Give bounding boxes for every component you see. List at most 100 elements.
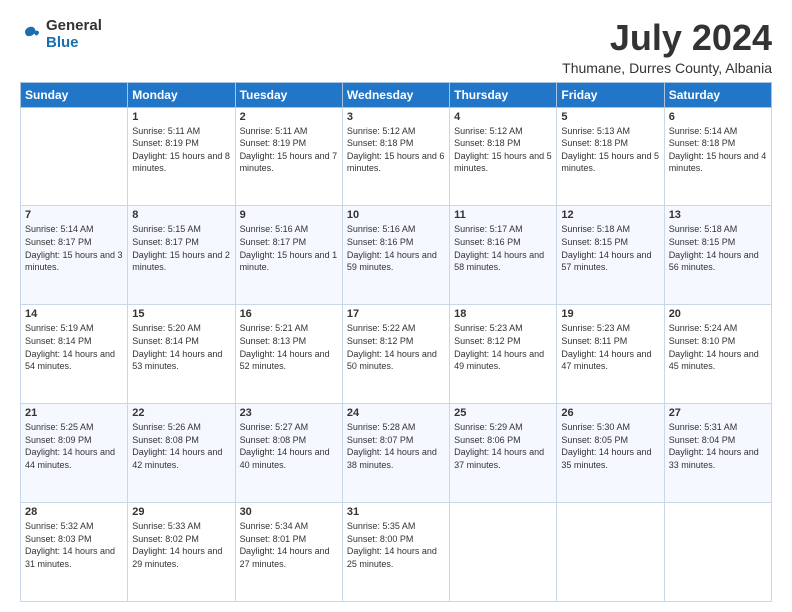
day-info: Sunrise: 5:35 AM Sunset: 8:00 PM Dayligh… [347, 520, 445, 570]
day-info: Sunrise: 5:22 AM Sunset: 8:12 PM Dayligh… [347, 322, 445, 372]
calendar-cell: 1 Sunrise: 5:11 AM Sunset: 8:19 PM Dayli… [128, 107, 235, 206]
month-title: July 2024 [562, 18, 772, 58]
calendar-cell: 11 Sunrise: 5:17 AM Sunset: 8:16 PM Dayl… [450, 206, 557, 305]
calendar-cell: 10 Sunrise: 5:16 AM Sunset: 8:16 PM Dayl… [342, 206, 449, 305]
calendar-cell: 30 Sunrise: 5:34 AM Sunset: 8:01 PM Dayl… [235, 503, 342, 602]
col-wednesday: Wednesday [342, 82, 449, 107]
day-info: Sunrise: 5:20 AM Sunset: 8:14 PM Dayligh… [132, 322, 230, 372]
day-number: 25 [454, 407, 552, 419]
day-info: Sunrise: 5:24 AM Sunset: 8:10 PM Dayligh… [669, 322, 767, 372]
day-number: 16 [240, 308, 338, 320]
day-number: 2 [240, 111, 338, 123]
calendar-cell: 27 Sunrise: 5:31 AM Sunset: 8:04 PM Dayl… [664, 404, 771, 503]
calendar-cell: 19 Sunrise: 5:23 AM Sunset: 8:11 PM Dayl… [557, 305, 664, 404]
logo-bird-icon [20, 24, 42, 46]
calendar-cell: 3 Sunrise: 5:12 AM Sunset: 8:18 PM Dayli… [342, 107, 449, 206]
day-info: Sunrise: 5:12 AM Sunset: 8:18 PM Dayligh… [454, 125, 552, 175]
day-info: Sunrise: 5:33 AM Sunset: 8:02 PM Dayligh… [132, 520, 230, 570]
day-number: 30 [240, 506, 338, 518]
day-info: Sunrise: 5:27 AM Sunset: 8:08 PM Dayligh… [240, 421, 338, 471]
day-number: 24 [347, 407, 445, 419]
calendar-cell: 15 Sunrise: 5:20 AM Sunset: 8:14 PM Dayl… [128, 305, 235, 404]
day-number: 22 [132, 407, 230, 419]
calendar-week-5: 28 Sunrise: 5:32 AM Sunset: 8:03 PM Dayl… [21, 503, 772, 602]
calendar-week-2: 7 Sunrise: 5:14 AM Sunset: 8:17 PM Dayli… [21, 206, 772, 305]
col-saturday: Saturday [664, 82, 771, 107]
day-number: 15 [132, 308, 230, 320]
day-number: 20 [669, 308, 767, 320]
day-number: 23 [240, 407, 338, 419]
calendar-cell: 25 Sunrise: 5:29 AM Sunset: 8:06 PM Dayl… [450, 404, 557, 503]
calendar-week-1: 1 Sunrise: 5:11 AM Sunset: 8:19 PM Dayli… [21, 107, 772, 206]
calendar-cell: 7 Sunrise: 5:14 AM Sunset: 8:17 PM Dayli… [21, 206, 128, 305]
col-tuesday: Tuesday [235, 82, 342, 107]
day-number: 31 [347, 506, 445, 518]
calendar-cell: 17 Sunrise: 5:22 AM Sunset: 8:12 PM Dayl… [342, 305, 449, 404]
page: General Blue July 2024 Thumane, Durres C… [0, 0, 792, 612]
day-info: Sunrise: 5:29 AM Sunset: 8:06 PM Dayligh… [454, 421, 552, 471]
calendar-cell: 12 Sunrise: 5:18 AM Sunset: 8:15 PM Dayl… [557, 206, 664, 305]
calendar-cell: 6 Sunrise: 5:14 AM Sunset: 8:18 PM Dayli… [664, 107, 771, 206]
calendar-cell: 20 Sunrise: 5:24 AM Sunset: 8:10 PM Dayl… [664, 305, 771, 404]
day-number: 21 [25, 407, 123, 419]
title-block: July 2024 Thumane, Durres County, Albani… [562, 18, 772, 76]
day-info: Sunrise: 5:23 AM Sunset: 8:12 PM Dayligh… [454, 322, 552, 372]
day-number: 29 [132, 506, 230, 518]
day-info: Sunrise: 5:31 AM Sunset: 8:04 PM Dayligh… [669, 421, 767, 471]
calendar-cell: 21 Sunrise: 5:25 AM Sunset: 8:09 PM Dayl… [21, 404, 128, 503]
day-number: 4 [454, 111, 552, 123]
day-number: 8 [132, 209, 230, 221]
calendar-cell: 2 Sunrise: 5:11 AM Sunset: 8:19 PM Dayli… [235, 107, 342, 206]
day-info: Sunrise: 5:28 AM Sunset: 8:07 PM Dayligh… [347, 421, 445, 471]
day-number: 1 [132, 111, 230, 123]
calendar-cell: 31 Sunrise: 5:35 AM Sunset: 8:00 PM Dayl… [342, 503, 449, 602]
calendar-cell: 18 Sunrise: 5:23 AM Sunset: 8:12 PM Dayl… [450, 305, 557, 404]
day-info: Sunrise: 5:12 AM Sunset: 8:18 PM Dayligh… [347, 125, 445, 175]
calendar-cell: 26 Sunrise: 5:30 AM Sunset: 8:05 PM Dayl… [557, 404, 664, 503]
calendar-cell: 16 Sunrise: 5:21 AM Sunset: 8:13 PM Dayl… [235, 305, 342, 404]
calendar-cell: 14 Sunrise: 5:19 AM Sunset: 8:14 PM Dayl… [21, 305, 128, 404]
calendar-cell: 22 Sunrise: 5:26 AM Sunset: 8:08 PM Dayl… [128, 404, 235, 503]
day-number: 7 [25, 209, 123, 221]
day-number: 28 [25, 506, 123, 518]
day-info: Sunrise: 5:16 AM Sunset: 8:16 PM Dayligh… [347, 223, 445, 273]
day-number: 9 [240, 209, 338, 221]
logo-text: General Blue [46, 18, 102, 51]
day-info: Sunrise: 5:11 AM Sunset: 8:19 PM Dayligh… [240, 125, 338, 175]
calendar-cell: 13 Sunrise: 5:18 AM Sunset: 8:15 PM Dayl… [664, 206, 771, 305]
day-number: 6 [669, 111, 767, 123]
calendar-table: Sunday Monday Tuesday Wednesday Thursday… [20, 82, 772, 602]
calendar-cell: 8 Sunrise: 5:15 AM Sunset: 8:17 PM Dayli… [128, 206, 235, 305]
col-monday: Monday [128, 82, 235, 107]
day-info: Sunrise: 5:34 AM Sunset: 8:01 PM Dayligh… [240, 520, 338, 570]
day-number: 14 [25, 308, 123, 320]
calendar-cell: 29 Sunrise: 5:33 AM Sunset: 8:02 PM Dayl… [128, 503, 235, 602]
day-number: 10 [347, 209, 445, 221]
day-number: 13 [669, 209, 767, 221]
day-number: 12 [561, 209, 659, 221]
day-info: Sunrise: 5:18 AM Sunset: 8:15 PM Dayligh… [561, 223, 659, 273]
day-info: Sunrise: 5:19 AM Sunset: 8:14 PM Dayligh… [25, 322, 123, 372]
location: Thumane, Durres County, Albania [562, 60, 772, 76]
day-number: 19 [561, 308, 659, 320]
calendar-week-4: 21 Sunrise: 5:25 AM Sunset: 8:09 PM Dayl… [21, 404, 772, 503]
day-info: Sunrise: 5:32 AM Sunset: 8:03 PM Dayligh… [25, 520, 123, 570]
calendar-cell: 5 Sunrise: 5:13 AM Sunset: 8:18 PM Dayli… [557, 107, 664, 206]
day-info: Sunrise: 5:13 AM Sunset: 8:18 PM Dayligh… [561, 125, 659, 175]
calendar-cell [450, 503, 557, 602]
day-info: Sunrise: 5:26 AM Sunset: 8:08 PM Dayligh… [132, 421, 230, 471]
col-thursday: Thursday [450, 82, 557, 107]
day-info: Sunrise: 5:30 AM Sunset: 8:05 PM Dayligh… [561, 421, 659, 471]
day-info: Sunrise: 5:17 AM Sunset: 8:16 PM Dayligh… [454, 223, 552, 273]
day-number: 17 [347, 308, 445, 320]
day-info: Sunrise: 5:16 AM Sunset: 8:17 PM Dayligh… [240, 223, 338, 273]
calendar-cell: 24 Sunrise: 5:28 AM Sunset: 8:07 PM Dayl… [342, 404, 449, 503]
calendar-cell [664, 503, 771, 602]
day-info: Sunrise: 5:25 AM Sunset: 8:09 PM Dayligh… [25, 421, 123, 471]
calendar-cell [21, 107, 128, 206]
header: General Blue July 2024 Thumane, Durres C… [20, 18, 772, 76]
col-sunday: Sunday [21, 82, 128, 107]
day-info: Sunrise: 5:14 AM Sunset: 8:17 PM Dayligh… [25, 223, 123, 273]
day-info: Sunrise: 5:23 AM Sunset: 8:11 PM Dayligh… [561, 322, 659, 372]
day-number: 18 [454, 308, 552, 320]
